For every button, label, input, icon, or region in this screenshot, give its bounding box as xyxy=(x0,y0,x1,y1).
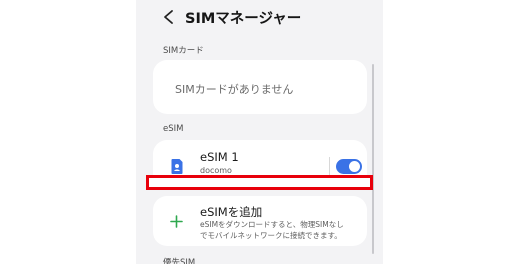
esim-name: eSIM 1 xyxy=(200,150,239,164)
scrollbar[interactable] xyxy=(372,64,374,254)
chevron-left-icon[interactable] xyxy=(162,9,176,25)
esim-toggle[interactable] xyxy=(336,159,362,174)
sim-manager-screen: SIMマネージャー SIMカード SIMカードがありません eSIM eSIM … xyxy=(136,0,383,264)
add-esim-description-line2: でモバイルネットワークに接続できます。 xyxy=(200,230,342,240)
header: SIMマネージャー xyxy=(136,0,383,36)
page-title: SIMマネージャー xyxy=(185,11,302,27)
plus-icon xyxy=(170,215,183,228)
highlight-box xyxy=(146,175,373,190)
add-esim-description: eSIMをダウンロードすると、物理SIMなし でモバイルネットワークに接続できま… xyxy=(200,220,344,241)
toggle-knob xyxy=(349,161,360,172)
no-sim-card-text: SIMカードがありません xyxy=(175,83,294,96)
add-esim-description-line1: eSIMをダウンロードすると、物理SIMなし xyxy=(200,220,344,229)
add-esim-title: eSIMを追加 xyxy=(200,205,263,219)
add-esim-item[interactable]: eSIMを追加 eSIMをダウンロードすると、物理SIMなし でモバイルネットワ… xyxy=(153,196,367,246)
sim-card-icon xyxy=(171,159,183,174)
esim-carrier: docomo xyxy=(200,166,232,175)
section-label-preferred-sim: 優先SIM xyxy=(163,258,196,264)
section-label-sim-card: SIMカード xyxy=(163,46,204,56)
section-label-esim: eSIM xyxy=(163,124,184,134)
divider xyxy=(329,157,330,175)
sim-card-panel: SIMカードがありません xyxy=(153,60,367,114)
